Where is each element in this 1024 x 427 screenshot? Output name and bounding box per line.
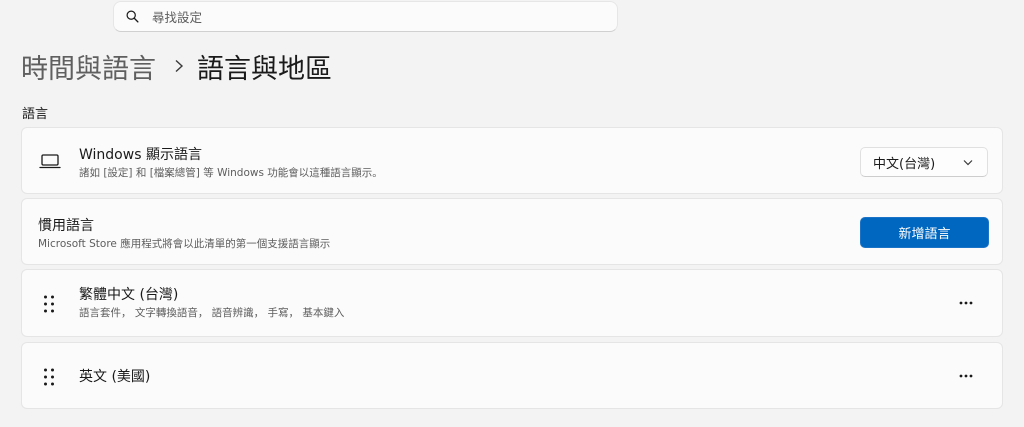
- chevron-down-icon: [963, 160, 973, 166]
- laptop-icon: [39, 154, 61, 169]
- language-name: 繁體中文 (台灣): [79, 287, 179, 303]
- page-title: 語言與地區: [197, 53, 332, 85]
- drag-handle-icon[interactable]: [42, 367, 56, 387]
- language-region-settings-page: 尋找設定 時間與語言 語言與地區 語言 Windows 顯示語言 諸如 [設定]…: [0, 0, 1024, 427]
- breadcrumb: 時間與語言 語言與地區: [21, 47, 332, 86]
- display-language-dropdown[interactable]: 中文(台灣): [860, 147, 988, 177]
- language-features: 語言套件， 文字轉換語音， 語音辨識， 手寫， 基本鍵入: [79, 307, 345, 319]
- search-placeholder[interactable]: 尋找設定: [152, 7, 202, 26]
- language-item-text: 英文 (美國): [79, 368, 150, 386]
- preferred-languages-card: 慣用語言 Microsoft Store 應用程式將會以此清單的第一個支援語言顯…: [21, 198, 1003, 265]
- display-language-text: Windows 顯示語言 諸如 [設定] 和 [檔案總管] 等 Windows …: [79, 146, 383, 180]
- more-options-button[interactable]: [952, 293, 980, 313]
- breadcrumb-parent-link[interactable]: 時間與語言: [21, 47, 156, 86]
- more-options-button[interactable]: [952, 366, 980, 386]
- preferred-languages-description: Microsoft Store 應用程式將會以此清單的第一個支援語言顯示: [38, 238, 331, 250]
- search-icon: [126, 10, 139, 23]
- language-list-item[interactable]: 英文 (美國): [21, 342, 1003, 409]
- preferred-languages-text: 慣用語言 Microsoft Store 應用程式將會以此清單的第一個支援語言顯…: [38, 217, 330, 251]
- drag-handle-icon[interactable]: [42, 294, 56, 314]
- dropdown-selected-value: 中文(台灣): [873, 156, 936, 172]
- more-icon: [959, 374, 973, 378]
- more-icon: [959, 301, 973, 305]
- language-item-text: 繁體中文 (台灣) 語言套件， 文字轉換語音， 語音辨識， 手寫， 基本鍵入: [79, 286, 344, 320]
- search-box[interactable]: 尋找設定: [113, 1, 618, 32]
- language-list-item[interactable]: 繁體中文 (台灣) 語言套件， 文字轉換語音， 語音辨識， 手寫， 基本鍵入: [21, 269, 1003, 337]
- add-language-button[interactable]: 新增語言: [860, 217, 989, 248]
- section-heading-language: 語言: [22, 107, 49, 122]
- language-name: 英文 (美國): [79, 369, 151, 385]
- chevron-right-icon: [174, 59, 184, 73]
- display-language-card: Windows 顯示語言 諸如 [設定] 和 [檔案總管] 等 Windows …: [21, 127, 1003, 194]
- preferred-languages-title: 慣用語言: [38, 218, 94, 234]
- display-language-title: Windows 顯示語言: [79, 147, 202, 163]
- display-language-description: 諸如 [設定] 和 [檔案總管] 等 Windows 功能會以這種語言顯示。: [79, 167, 383, 179]
